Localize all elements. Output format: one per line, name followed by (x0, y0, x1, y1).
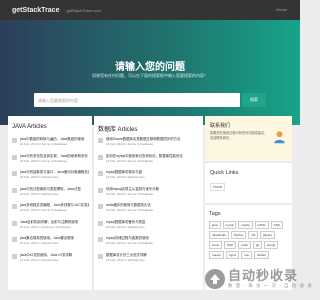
article-thumbnail-icon (98, 171, 103, 176)
search-button[interactable]: 搜索 (242, 93, 266, 107)
tag-link[interactable]: docker (254, 251, 270, 259)
article-thumbnail-icon (98, 138, 103, 143)
db-articles-panel: 数据库 Articles 使用Oracle数据库实现数据迁移和数据同步的方法 24… (94, 116, 203, 290)
article-meta: 24 Feb, 2013 in Website Dev (20, 191, 59, 196)
tags-title: Tags (209, 211, 221, 217)
article-thumbnail-icon (98, 220, 103, 226)
contact-text: 如果您在使用过程中有任何问题或建议，欢迎联系我们。 (210, 131, 268, 140)
article-title-link[interactable]: java中的多态性及其实现，Java的继承和多态 (20, 154, 89, 159)
hero-title: 请输入您的问题 (115, 62, 185, 73)
article-meta: 24 Feb, 2013 in Website Dev (20, 257, 59, 262)
contact-title: 联系我们 (210, 123, 231, 129)
quick-links-title: Quick Links (210, 170, 239, 176)
article-title-link[interactable]: java中的泛型使用与类型擦除，Java泛型 (20, 187, 89, 192)
db-articles-title: 数据库 Articles (98, 127, 138, 133)
quick-links-panel: Quick Links Home (205, 163, 292, 203)
article-thumbnail-icon (98, 154, 103, 160)
tag-link[interactable]: spring (264, 241, 279, 249)
tag-cloud: java mysql oracle HTML CSS JavaScript Python C#… (209, 221, 289, 259)
article-item[interactable]: redis缓存的使用与数据持久化 24 Feb, 2013 in Server &… (98, 203, 200, 220)
tag-link[interactable]: nginx (226, 251, 240, 259)
article-thumbnail-icon (98, 187, 103, 193)
tag-link[interactable]: oracle (238, 221, 253, 229)
article-item[interactable]: mysql数据库的事务与锁 24 Feb, 2013 in Website Dev (98, 170, 200, 187)
article-item[interactable]: 如何在mysql中使用索引查询优化，数据库性能优化 24 Feb, 2013 in… (98, 154, 200, 171)
tag-link[interactable]: HTML (254, 221, 269, 229)
tag-link[interactable]: Linux (209, 241, 223, 249)
article-thumbnail-icon (12, 237, 17, 242)
article-item[interactable]: java中的抽象类与接口，Java面向对象编程总结 24 Feb, 2013 in… (12, 170, 89, 187)
article-item[interactable]: java中IO流的使用，Java IO流详解 24 Feb, 2013 in We… (12, 253, 89, 270)
article-meta: 24 Feb, 2013 in Website Dev (20, 175, 59, 179)
article-meta: 24 Feb, 2013 in Server & Database (20, 142, 68, 146)
watermark-main-text: 自动秒收录 (228, 268, 299, 283)
article-thumbnail-icon (98, 253, 103, 259)
article-item[interactable]: Java反射机制详解，反射与注解的使用 24 Feb, 2013 in Advan… (12, 220, 89, 237)
article-meta: 24 Feb, 2013 in Server & Database (106, 158, 154, 163)
hero-banner: 请输入您的问题 如果您有任何问题，可以在下面的搜索框中输入您要搜索的内容！ 搜索 (0, 20, 300, 125)
watermark-sub-text: 数 量 · 来 访 一 次 · 自 动 收 录 (228, 283, 313, 288)
article-meta: 24 Feb, 2013 in Server & Database (106, 241, 154, 245)
article-item[interactable]: mysql数据库的备份与恢复 24 Feb, 2013 in Website De… (98, 220, 200, 237)
contact-panel: 联系我们 如果您在使用过程中有任何问题或建议，欢迎联系我们。 (205, 116, 292, 161)
article-item[interactable]: 数据库设计的三大范式详解 24 Feb, 2013 in Website Dev (98, 253, 200, 270)
article-item[interactable]: java中的多态性及其实现，Java的继承和多态 24 Feb, 2013 in … (12, 154, 89, 171)
tag-link[interactable]: C# (248, 231, 259, 239)
tag-link[interactable]: git (252, 241, 263, 249)
hero-subtitle: 如果您有任何问题，可以在下面的搜索框中输入您要搜索的内容！ (92, 73, 208, 78)
article-thumbnail-icon (12, 253, 17, 259)
article-thumbnail-icon (12, 204, 17, 209)
quick-link-home[interactable]: Home (210, 183, 226, 191)
article-item[interactable]: java中数组的转换与遍历，Java数组的使用 24 Feb, 2013 in S… (12, 137, 89, 154)
tag-link[interactable]: JavaScript (209, 231, 230, 239)
article-meta: 24 Feb, 2013 in Advanced Techniques (20, 224, 71, 229)
tag-link[interactable]: CSS (270, 221, 283, 229)
article-item[interactable]: java中的泛型使用与类型擦除，Java泛型 24 Feb, 2013 in We… (12, 187, 89, 204)
db-article-list: 使用Oracle数据库实现数据迁移和数据同步的方法 24 Feb, 2013 in… (98, 137, 200, 269)
article-item[interactable]: mysql存储过程与函数的使用 24 Feb, 2013 in Server & … (98, 236, 200, 253)
article-thumbnail-icon (98, 237, 103, 242)
article-meta: 24 Feb, 2013 in Server & Database (106, 208, 154, 212)
tag-link[interactable]: mysql (222, 221, 237, 229)
article-meta: 24 Feb, 2013 in Server & Database (20, 208, 68, 212)
article-thumbnail-icon (12, 154, 17, 160)
tag-link[interactable]: Python (231, 231, 247, 239)
article-item[interactable]: java集合框架的使用，Java集合框架 24 Feb, 2013 in Webs… (12, 236, 89, 253)
tag-link[interactable]: PHP (224, 241, 237, 249)
article-item[interactable]: java多线程并发编程，Java多线程与JUC并发编程 24 Feb, 2013 … (12, 203, 89, 220)
article-thumbnail-icon (12, 171, 17, 176)
java-articles-panel: JAVA Articles java中数组的转换与遍历，Java数组的使用 24 … (8, 116, 92, 290)
site-url: getStackTrace.com (66, 7, 101, 13)
contact-icon (274, 131, 285, 144)
tag-link[interactable]: vue (241, 251, 253, 259)
tag-link[interactable]: redis (238, 241, 251, 249)
watermark: 自动秒收录 数 量 · 来 访 一 次 · 自 动 收 录 (205, 269, 313, 289)
article-meta: 24 Feb, 2013 in Website Dev (20, 241, 59, 245)
tag-link[interactable]: maven (209, 251, 225, 259)
tag-link[interactable]: jQuery (260, 231, 276, 239)
article-thumbnail-icon (98, 204, 103, 209)
article-meta: 24 Feb, 2013 in Website Dev (106, 257, 145, 262)
article-meta: 24 Feb, 2013 in Website Dev (106, 175, 145, 179)
article-thumbnail-icon (12, 187, 17, 193)
article-meta: 24 Feb, 2013 in Server & Database (106, 142, 154, 146)
article-thumbnail-icon (12, 220, 17, 226)
java-article-list: java中数组的转换与遍历，Java数组的使用 24 Feb, 2013 in S… (12, 137, 89, 269)
article-thumbnail-icon (12, 138, 17, 143)
site-brand[interactable]: getStackTrace (12, 7, 59, 14)
article-meta: 24 Feb, 2013 in Website Dev (106, 224, 145, 229)
top-navbar: getStackTrace getStackTrace.com Home (0, 0, 300, 20)
article-meta: 24 Feb, 2013 in Server & Database (106, 191, 154, 196)
article-item[interactable]: 利用mysql实现主从复制与读写分离 24 Feb, 2013 in Server… (98, 187, 200, 204)
tag-link[interactable]: java (209, 221, 221, 229)
article-meta: 24 Feb, 2013 in Server & Database (20, 158, 68, 163)
up-arrow-icon (205, 269, 225, 289)
home-link[interactable]: Home (276, 7, 287, 12)
search-input[interactable] (34, 93, 240, 107)
article-item[interactable]: 使用Oracle数据库实现数据迁移和数据同步的方法 24 Feb, 2013 in… (98, 137, 200, 154)
java-articles-title: JAVA Articles (12, 124, 47, 130)
